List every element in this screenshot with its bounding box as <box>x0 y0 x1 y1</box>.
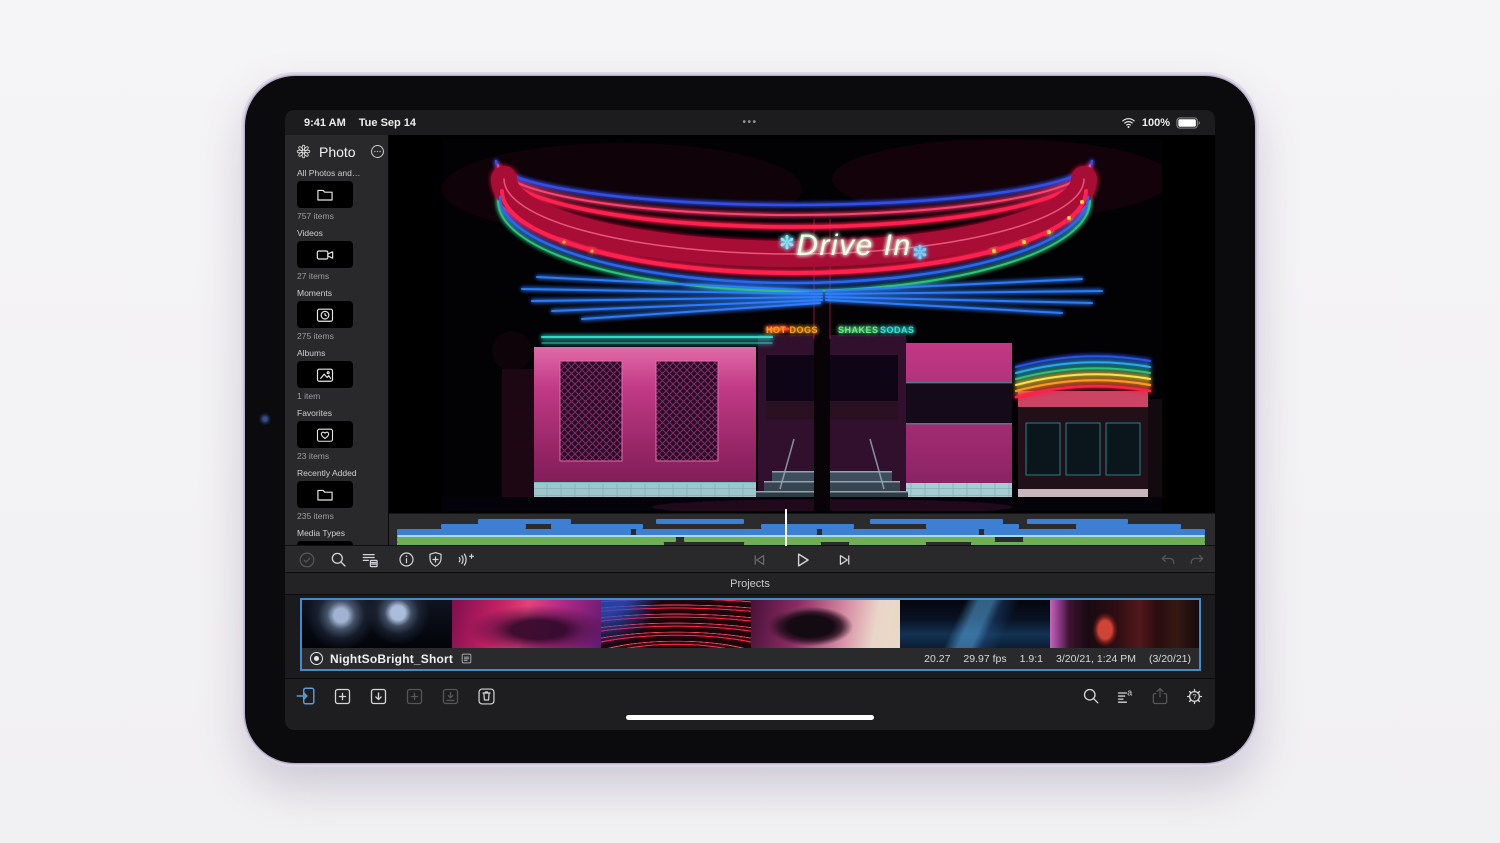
download-project-icon[interactable] <box>368 686 389 707</box>
timeline-tracks <box>397 509 1205 546</box>
sidebar-item-moments[interactable]: Moments 275 items <box>285 288 388 341</box>
timeline-scrubber[interactable] <box>389 509 1215 546</box>
thumb-portrait-afro[interactable] <box>750 600 900 648</box>
skip-back-icon[interactable] <box>749 550 769 570</box>
preview-photo: Drive In ✼ ✼ HOT DOGS SHAKES SODAS <box>442 139 1162 511</box>
import-project-icon[interactable] <box>295 685 317 707</box>
sidebar-item-videos[interactable]: Videos 27 items <box>285 228 388 281</box>
archive-project-icon[interactable] <box>440 686 461 707</box>
duplicate-project-icon[interactable] <box>404 686 425 707</box>
delete-project-icon[interactable] <box>476 686 497 707</box>
folder-icon <box>315 185 335 205</box>
moments-clock-icon <box>315 305 335 325</box>
drive-in-sign-text: Drive In <box>796 229 911 262</box>
sidebar-item-recently-added[interactable]: Recently Added 235 items <box>285 468 388 521</box>
library-sidebar: Photo All Photos and… 757 items Videos 2… <box>285 135 389 581</box>
display-options-icon[interactable] <box>360 550 380 570</box>
sort-alpha-icon[interactable]: a <box>1115 686 1136 707</box>
home-indicator[interactable] <box>626 715 874 720</box>
folder-icon <box>315 485 335 505</box>
redo-icon[interactable] <box>1187 550 1207 570</box>
timeline-clip-segment[interactable] <box>683 537 995 542</box>
search-icon[interactable] <box>329 550 348 569</box>
project-created-date: (3/20/21) <box>1148 652 1191 665</box>
preview-viewer[interactable]: Drive In ✼ ✼ HOT DOGS SHAKES SODAS <box>389 135 1215 513</box>
notes-icon[interactable] <box>460 652 473 665</box>
thumb-palm-trees[interactable] <box>302 600 452 648</box>
kiosk-sign-shakes: SHAKES <box>838 325 879 335</box>
library-more-button[interactable] <box>369 143 386 160</box>
albums-photo-icon <box>315 365 335 385</box>
svg-text:?: ? <box>1192 692 1196 701</box>
play-icon[interactable] <box>791 549 813 571</box>
thumb-neon-arcs[interactable] <box>601 600 751 648</box>
media-toolbar <box>285 545 1215 572</box>
snowflake-right-icon: ✼ <box>912 243 928 264</box>
project-aspect-ratio: 1.9:1 <box>1019 652 1043 665</box>
select-check-icon[interactable] <box>297 550 317 570</box>
status-bar: 9:41 AM Tue Sep 14 ••• 100% <box>285 110 1215 135</box>
multitasking-indicator: ••• <box>742 117 758 128</box>
project-radio-selected[interactable] <box>310 652 323 665</box>
playhead[interactable] <box>784 509 787 546</box>
favorites-heart-icon <box>315 425 335 445</box>
project-name-row: NightSoBright_Short 20.27 29.97 fps 1.9:… <box>302 648 1199 669</box>
timeline-clip-segment[interactable] <box>655 519 745 524</box>
ipad-device-frame: 9:41 AM Tue Sep 14 ••• 100% Photo All Ph… <box>245 76 1255 763</box>
sidebar-item-favorites[interactable]: Favorites 23 items <box>285 408 388 461</box>
settings-help-icon[interactable]: ? <box>1184 686 1205 707</box>
kiosk-sign-sodas: SODAS <box>880 325 915 335</box>
project-cell-selected[interactable]: NightSoBright_Short 20.27 29.97 fps 1.9:… <box>300 598 1201 671</box>
thumb-pink-portrait[interactable] <box>451 600 601 648</box>
project-framerate: 29.97 fps <box>963 652 1007 665</box>
kiosk-sign-hot-dogs: HOT DOGS <box>766 325 818 335</box>
screen: 9:41 AM Tue Sep 14 ••• 100% Photo All Ph… <box>285 110 1215 730</box>
thumb-blue-building[interactable] <box>900 600 1050 648</box>
project-meta: 20.27 29.97 fps 1.9:1 3/20/21, 1:24 PM (… <box>924 653 1191 665</box>
project-modified-date: 3/20/21, 1:24 PM <box>1055 652 1136 665</box>
search-icon[interactable] <box>1081 686 1101 706</box>
front-camera <box>259 413 271 425</box>
sidebar-item-all-photos[interactable]: All Photos and… 757 items <box>285 168 388 221</box>
project-duration: 20.27 <box>924 652 951 665</box>
skip-forward-icon[interactable] <box>835 550 855 570</box>
project-toolbar: a ? <box>285 678 1215 712</box>
snowflake-left-icon: ✼ <box>779 233 795 254</box>
share-icon[interactable] <box>1150 686 1170 706</box>
sidebar-item-albums[interactable]: Albums 1 item <box>285 348 388 401</box>
svg-text:a: a <box>1127 687 1132 697</box>
library-title: Photo <box>319 143 356 160</box>
new-project-icon[interactable] <box>332 686 353 707</box>
library-header: Photo <box>285 135 388 168</box>
projects-title: Projects <box>730 577 770 590</box>
video-camera-icon <box>315 245 335 265</box>
thumb-red-house[interactable] <box>1049 600 1199 648</box>
photos-flower-icon <box>295 143 312 160</box>
home-strip <box>285 712 1215 730</box>
projects-header: Projects <box>285 572 1215 595</box>
undo-icon[interactable] <box>1158 550 1178 570</box>
projects-panel: NightSoBright_Short 20.27 29.97 fps 1.9:… <box>285 595 1215 678</box>
project-filmstrip[interactable] <box>302 600 1199 648</box>
project-name: NightSoBright_Short <box>330 651 454 666</box>
stage: 9:41 AM Tue Sep 14 ••• 100% Photo All Ph… <box>0 0 1500 843</box>
